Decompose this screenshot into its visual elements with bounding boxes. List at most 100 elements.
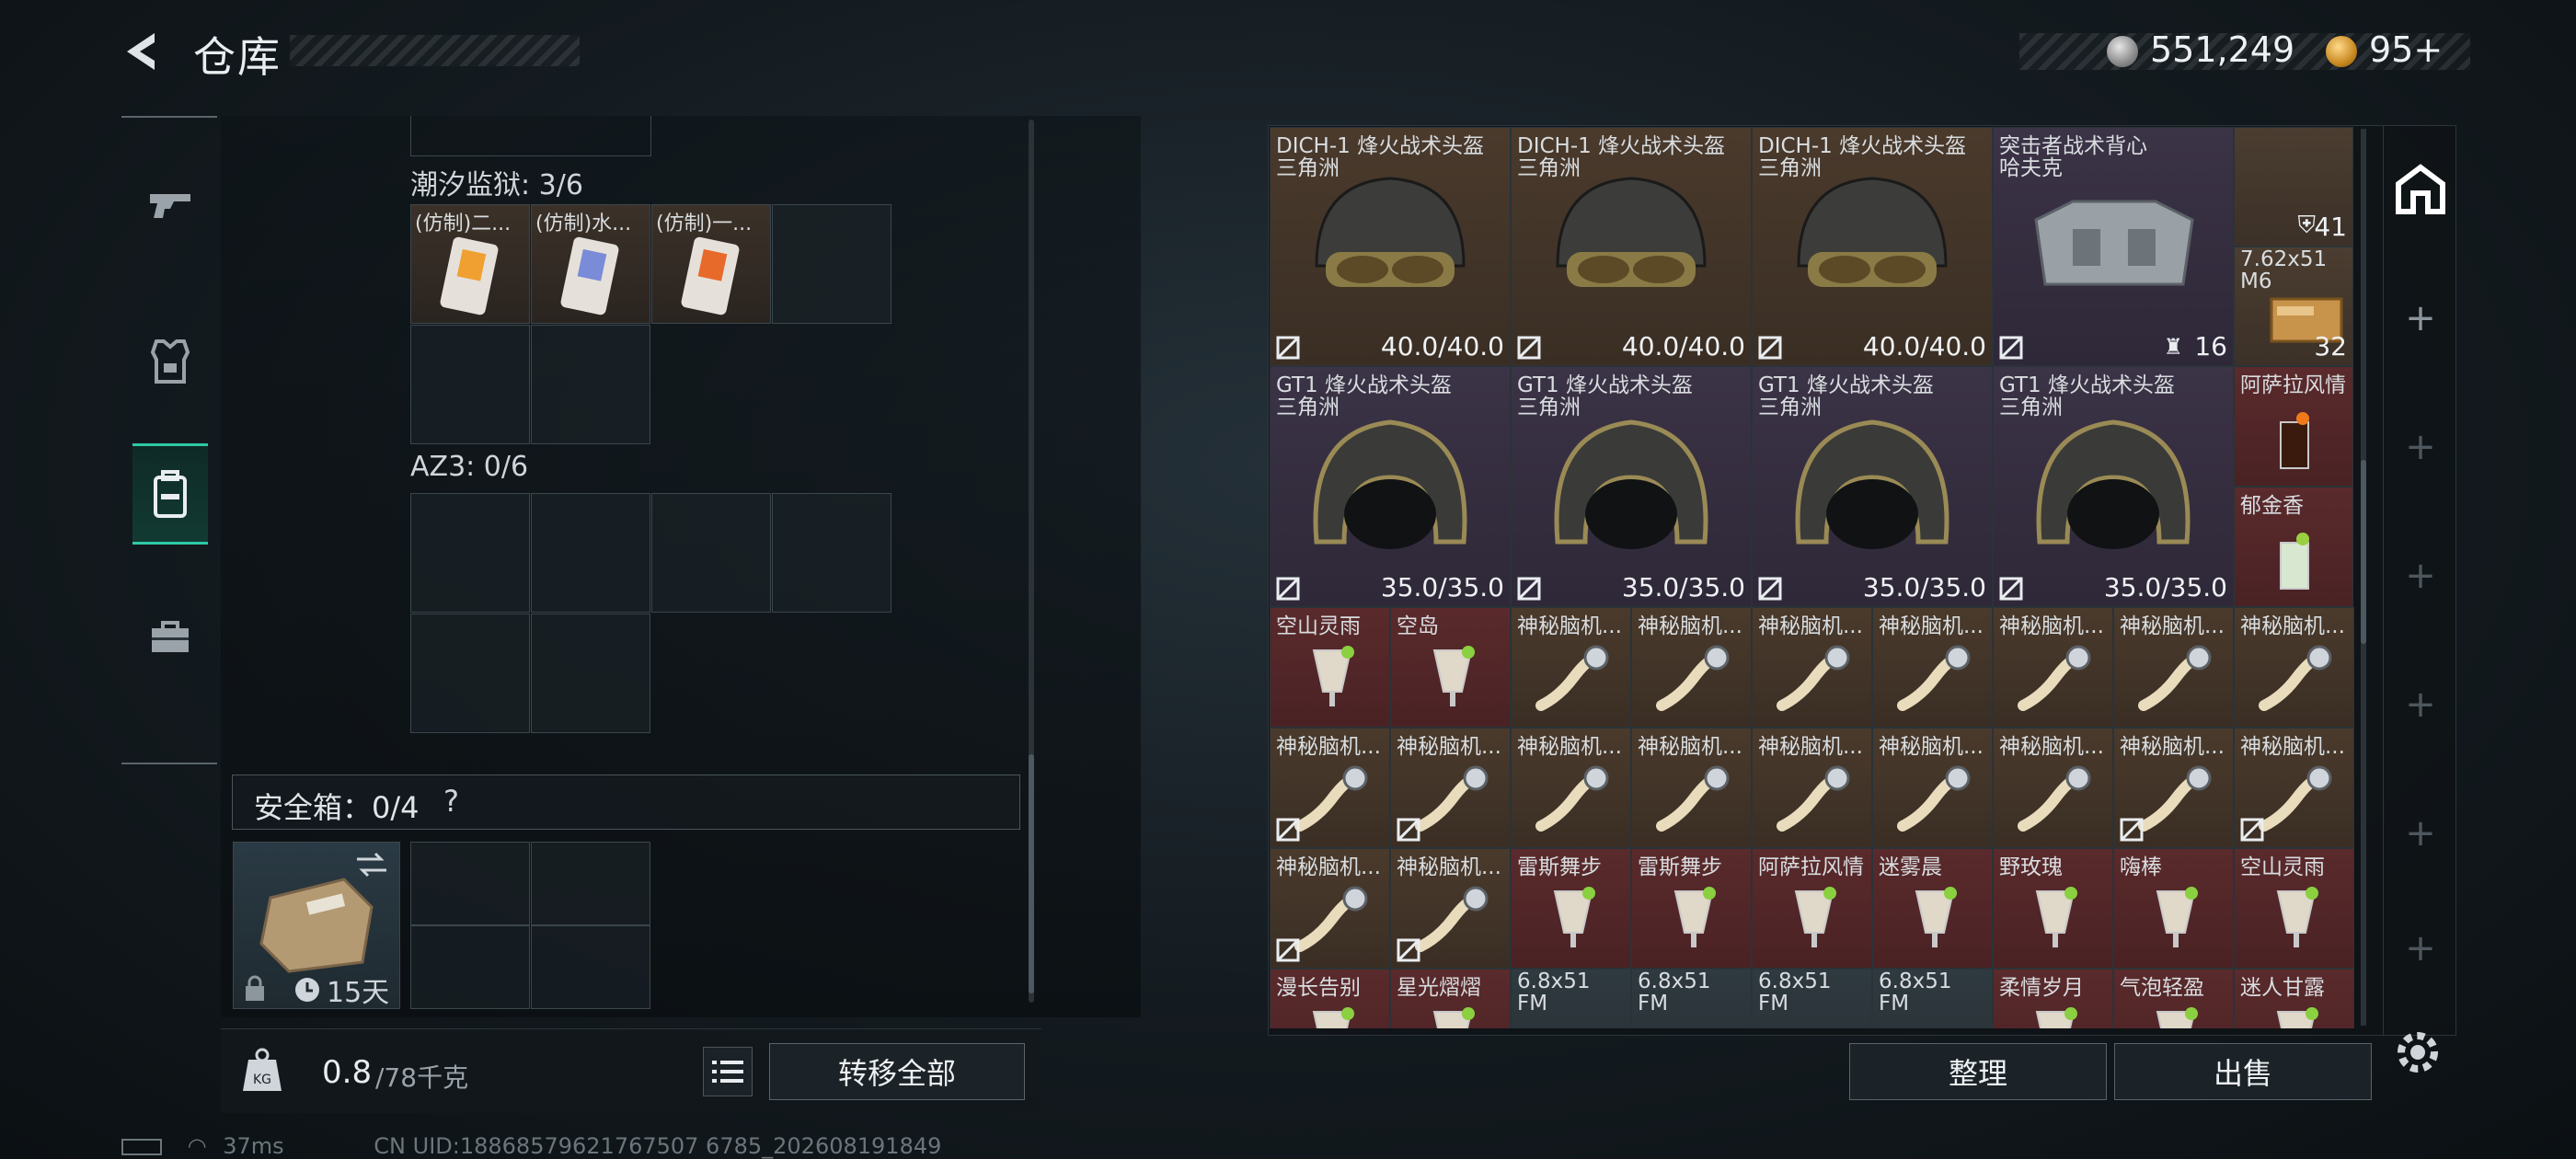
stash-item-brain-device[interactable]: 神秘脑机...	[1270, 728, 1390, 848]
stash-item-drink[interactable]: 雷斯舞步	[1511, 848, 1631, 969]
shield-icon: ⛨	[2297, 212, 2316, 239]
stash-item-brain-device[interactable]: 神秘脑机...	[1752, 728, 1872, 848]
grid-cell-empty[interactable]	[531, 925, 650, 1009]
sort-button[interactable]: 整理	[1849, 1043, 2107, 1100]
stash-page-tab-add[interactable]: +	[2384, 640, 2457, 769]
stash-page-tab-main[interactable]	[2384, 125, 2457, 254]
settings-button[interactable]	[2388, 1023, 2447, 1082]
stash-item-helmet[interactable]: DICH-1 烽火战术头盔 三角洲 40.0/40.0	[1752, 127, 1993, 366]
stash-item-brain-device[interactable]: 神秘脑机...	[1511, 728, 1631, 848]
stash-page-tab-add[interactable]: +	[2384, 254, 2457, 383]
stash-item-drink[interactable]: 星光熠熠	[1390, 969, 1511, 1028]
stash-item-brain-device[interactable]: 神秘脑机...	[2113, 728, 2234, 848]
stash-item-helmet[interactable]: GT1 烽火战术头盔 三角洲 35.0/35.0	[1752, 366, 1993, 607]
stash-item-ammo[interactable]: 7.62x51 M6 32	[2234, 247, 2353, 366]
stash-item-brain-device[interactable]: 神秘脑机...	[1993, 728, 2113, 848]
stash-item-brain-device[interactable]: 神秘脑机...	[1390, 848, 1511, 969]
grid-cell-item[interactable]: (仿制)一...	[651, 204, 771, 324]
stash-item-helmet[interactable]: GT1 烽火战术头盔 三角洲 35.0/35.0	[1993, 366, 2234, 607]
stash-item-drink[interactable]: 阿萨拉风情	[1752, 848, 1872, 969]
gold-coin-icon[interactable]	[2326, 36, 2357, 67]
stash-item-brain-device[interactable]: 神秘脑机...	[1511, 607, 1631, 728]
grid-cell-empty[interactable]	[410, 925, 530, 1009]
stash-item-drink[interactable]: 空山灵雨	[2234, 848, 2354, 969]
stash-item-brain-device[interactable]: 神秘脑机...	[2234, 607, 2354, 728]
warehouse-icon	[2396, 164, 2445, 214]
stash-item-brain-device[interactable]: 神秘脑机...	[2234, 728, 2354, 848]
brain-device-icon	[2259, 765, 2332, 832]
stash-page-tab-add[interactable]: +	[2384, 898, 2457, 999]
plus-icon: +	[2405, 927, 2436, 970]
stash-small-items: 空山灵雨 空岛 神秘脑机... 神秘脑机... 神秘脑机... 神秘脑机... 神秘脑机..…	[1270, 607, 2355, 1028]
nav-weapons[interactable]	[132, 155, 208, 256]
grid-cell-empty[interactable]	[410, 493, 530, 613]
stash-item-brain-device[interactable]: 神秘脑机...	[2113, 607, 2234, 728]
stash-item-vest[interactable]: 突击者战术背心 哈夫克 16 ♜	[1993, 127, 2234, 366]
stash-item-brain-device[interactable]: 神秘脑机...	[1631, 607, 1752, 728]
stash-item-drink[interactable]: 野玫瑰	[1993, 848, 2113, 969]
sell-button[interactable]: 出售	[2114, 1043, 2372, 1100]
grid-cell-empty[interactable]	[772, 204, 891, 324]
stash-item-helmet[interactable]: GT1 烽火战术头盔 三角洲 35.0/35.0	[1511, 366, 1752, 607]
stash-item-brain-device[interactable]: 神秘脑机...	[1752, 607, 1872, 728]
stash-item-brain-device[interactable]: 神秘脑机...	[1993, 607, 2113, 728]
stash-item-brain-device[interactable]: 神秘脑机...	[1270, 848, 1390, 969]
untradable-tag-icon	[1758, 577, 1782, 601]
stash-item-drink[interactable]: 雷斯舞步	[1631, 848, 1752, 969]
weight-current: 0.8	[322, 1054, 373, 1091]
grid-cell-empty[interactable]	[772, 493, 891, 613]
grid-cell-empty[interactable]	[651, 493, 771, 613]
grid-cell-empty[interactable]	[531, 325, 650, 444]
stash-scroll-thumb[interactable]	[2361, 460, 2366, 644]
stash-page-tab-add[interactable]: +	[2384, 769, 2457, 898]
stash-item-armor-plate[interactable]: ⛨ 41	[2234, 127, 2353, 247]
transfer-all-button[interactable]: 转移全部	[769, 1043, 1025, 1100]
stash-item-ammo[interactable]: 6.8x51 FM	[1752, 969, 1872, 1028]
stash-item-ammo[interactable]: 6.8x51 FM	[1872, 969, 1993, 1028]
stash-item-helmet[interactable]: GT1 烽火战术头盔 三角洲 35.0/35.0	[1270, 366, 1511, 607]
nav-toolbox[interactable]	[132, 587, 208, 688]
grid-cell-empty[interactable]	[531, 493, 650, 613]
stash-page-tab-add[interactable]: +	[2384, 383, 2457, 511]
stash-page-tab-add[interactable]: +	[2384, 511, 2457, 640]
grid-cell-empty[interactable]	[410, 842, 530, 925]
grid-cell-empty[interactable]	[531, 614, 650, 733]
list-view-button[interactable]	[703, 1047, 753, 1096]
stash-item-drink[interactable]: 气泡轻盈	[2113, 969, 2234, 1028]
nav-armor[interactable]	[132, 311, 208, 412]
grid-cell-item[interactable]: (仿制)二...	[410, 204, 530, 324]
stash-item-drink[interactable]: 空岛	[1390, 607, 1511, 728]
stash-item-drink[interactable]: 迷雾晨	[1872, 848, 1993, 969]
grid-cell-empty[interactable]	[531, 842, 650, 925]
toolbox-icon	[152, 621, 189, 652]
safebox-help-button[interactable]: ?	[443, 784, 459, 819]
stash-item-helmet[interactable]: DICH-1 烽火战术头盔 三角洲 40.0/40.0	[1270, 127, 1511, 366]
stash-item-ammo[interactable]: 6.8x51 FM	[1631, 969, 1752, 1028]
drink-icon	[1432, 646, 1475, 706]
ammo-box-icon	[1652, 1003, 1735, 1028]
stash-item-helmet[interactable]: DICH-1 烽火战术头盔 三角洲 40.0/40.0	[1511, 127, 1752, 366]
stash-item-brain-device[interactable]: 神秘脑机...	[1872, 728, 1993, 848]
stash-item-brain-device[interactable]: 神秘脑机...	[1631, 728, 1752, 848]
stash-item-ammo[interactable]: 6.8x51 FM	[1511, 969, 1631, 1028]
nav-backpack[interactable]	[132, 443, 208, 545]
gold-amount[interactable]: 95+	[2369, 29, 2443, 70]
back-button[interactable]	[118, 28, 166, 75]
category-nav	[121, 116, 217, 764]
stash-item-drink[interactable]: 迷人甘露	[2234, 969, 2354, 1028]
stash-item-drink[interactable]: 阿萨拉风情	[2234, 366, 2353, 487]
drink-icon	[1553, 887, 1595, 947]
stash-item-drink[interactable]: 郁金香	[2234, 487, 2353, 607]
grid-cell-empty[interactable]	[410, 325, 530, 444]
stash-item-drink[interactable]: 嗨棒	[2113, 848, 2234, 969]
stash-item-drink[interactable]: 漫长告别	[1270, 969, 1390, 1028]
gear-icon	[2398, 1032, 2438, 1073]
stash-item-drink[interactable]: 空山灵雨	[1270, 607, 1390, 728]
stash-item-drink[interactable]: 柔情岁月	[1993, 969, 2113, 1028]
left-scroll-thumb[interactable]	[1029, 754, 1034, 993]
stash-item-brain-device[interactable]: 神秘脑机...	[1390, 728, 1511, 848]
lock-icon	[246, 975, 264, 1001]
stash-item-brain-device[interactable]: 神秘脑机...	[1872, 607, 1993, 728]
grid-cell-item[interactable]: (仿制)水...	[531, 204, 650, 324]
grid-cell-empty[interactable]	[410, 614, 530, 733]
